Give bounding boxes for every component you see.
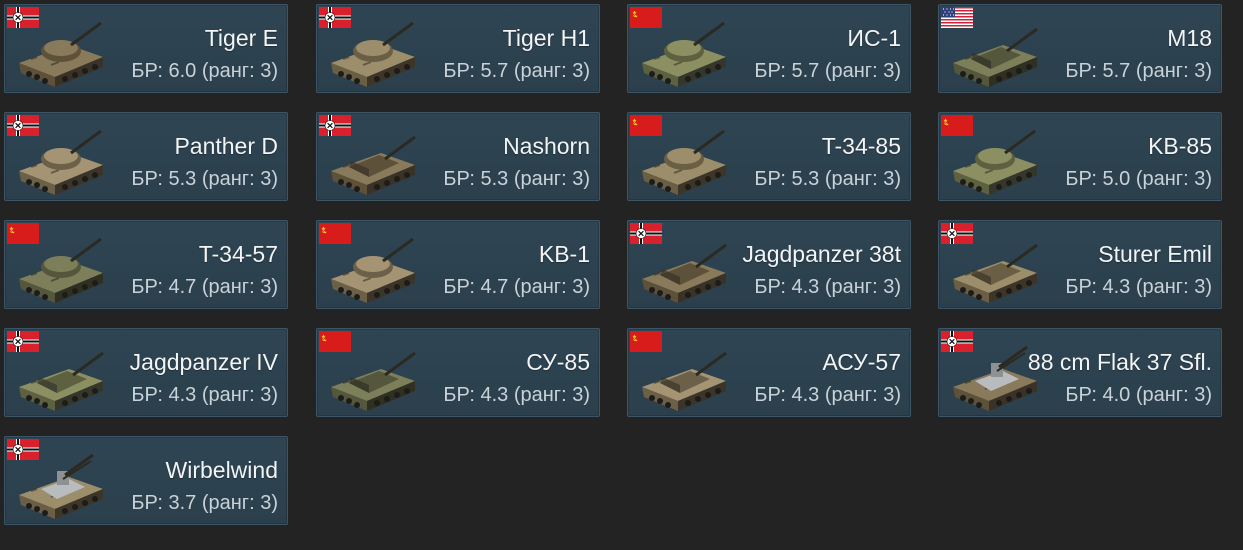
vehicle-battle-rating: БР: 3.7 (ранг: 3) <box>131 492 278 514</box>
vehicle-battle-rating: БР: 5.3 (ранг: 3) <box>754 168 901 190</box>
germany-flag-icon <box>7 331 39 352</box>
vehicle-battle-rating: БР: 4.3 (ранг: 3) <box>1065 276 1212 298</box>
vehicle-card[interactable]: Jagdpanzer 38t БР: 4.3 (ранг: 3) <box>627 220 911 309</box>
vehicle-name: Jagdpanzer IV <box>129 349 278 375</box>
ussr-flag-icon <box>630 115 662 136</box>
germany-flag-icon <box>319 7 351 28</box>
vehicle-card[interactable]: ИС-1 БР: 5.7 (ранг: 3) <box>627 4 911 93</box>
vehicle-card[interactable]: KB-1 БР: 4.7 (ранг: 3) <box>316 220 600 309</box>
vehicle-battle-rating: БР: 4.3 (ранг: 3) <box>754 276 901 298</box>
germany-flag-icon <box>941 223 973 244</box>
vehicle-card[interactable]: Sturer Emil БР: 4.3 (ранг: 3) <box>938 220 1222 309</box>
vehicle-name: KB-85 <box>1148 133 1212 159</box>
germany-flag-icon <box>7 115 39 136</box>
vehicle-name: СУ-85 <box>526 349 590 375</box>
vehicle-name: АСУ-57 <box>822 349 901 375</box>
vehicle-card[interactable]: T-34-57 БР: 4.7 (ранг: 3) <box>4 220 288 309</box>
vehicle-name: Tiger E <box>204 25 278 51</box>
vehicle-name: M18 <box>1167 25 1212 51</box>
vehicle-card[interactable]: T-34-85 БР: 5.3 (ранг: 3) <box>627 112 911 201</box>
vehicle-name: Sturer Emil <box>1098 241 1212 267</box>
vehicle-card[interactable]: M18 БР: 5.7 (ранг: 3) <box>938 4 1222 93</box>
vehicle-card[interactable]: KB-85 БР: 5.0 (ранг: 3) <box>938 112 1222 201</box>
vehicle-card[interactable]: Tiger H1 БР: 5.7 (ранг: 3) <box>316 4 600 93</box>
vehicle-name: T-34-57 <box>198 241 278 267</box>
vehicle-card[interactable]: СУ-85 БР: 4.3 (ранг: 3) <box>316 328 600 417</box>
vehicle-card[interactable]: Panther D БР: 5.3 (ранг: 3) <box>4 112 288 201</box>
vehicle-name: Tiger H1 <box>502 25 590 51</box>
vehicle-battle-rating: БР: 4.0 (ранг: 3) <box>1065 384 1212 406</box>
vehicle-card[interactable]: Tiger E БР: 6.0 (ранг: 3) <box>4 4 288 93</box>
germany-flag-icon <box>7 7 39 28</box>
vehicle-battle-rating: БР: 4.3 (ранг: 3) <box>754 384 901 406</box>
germany-flag-icon <box>319 115 351 136</box>
ussr-flag-icon <box>7 223 39 244</box>
germany-flag-icon <box>630 223 662 244</box>
vehicle-battle-rating: БР: 4.7 (ранг: 3) <box>131 276 278 298</box>
ussr-flag-icon <box>319 223 351 244</box>
ussr-flag-icon <box>941 115 973 136</box>
vehicle-name: Nashorn <box>503 133 590 159</box>
vehicle-name: T-34-85 <box>821 133 901 159</box>
vehicle-battle-rating: БР: 5.3 (ранг: 3) <box>131 168 278 190</box>
vehicle-battle-rating: БР: 6.0 (ранг: 3) <box>131 60 278 82</box>
ussr-flag-icon <box>319 331 351 352</box>
vehicle-card[interactable]: Nashorn БР: 5.3 (ранг: 3) <box>316 112 600 201</box>
vehicle-name: Panther D <box>174 133 278 159</box>
usa-flag-icon <box>941 7 973 28</box>
vehicle-card[interactable]: АСУ-57 БР: 4.3 (ранг: 3) <box>627 328 911 417</box>
vehicle-battle-rating: БР: 5.7 (ранг: 3) <box>1065 60 1212 82</box>
ussr-flag-icon <box>630 331 662 352</box>
vehicle-battle-rating: БР: 5.0 (ранг: 3) <box>1065 168 1212 190</box>
vehicle-battle-rating: БР: 5.7 (ранг: 3) <box>443 60 590 82</box>
vehicle-name: ИС-1 <box>847 25 901 51</box>
vehicle-battle-rating: БР: 5.7 (ранг: 3) <box>754 60 901 82</box>
germany-flag-icon <box>7 439 39 460</box>
vehicle-card[interactable]: 88 cm Flak 37 Sfl. БР: 4.0 (ранг: 3) <box>938 328 1222 417</box>
vehicle-card[interactable]: Wirbelwind БР: 3.7 (ранг: 3) <box>4 436 288 525</box>
vehicle-battle-rating: БР: 4.7 (ранг: 3) <box>443 276 590 298</box>
vehicle-card[interactable]: Jagdpanzer IV БР: 4.3 (ранг: 3) <box>4 328 288 417</box>
vehicle-name: Wirbelwind <box>165 457 278 483</box>
vehicle-battle-rating: БР: 4.3 (ранг: 3) <box>131 384 278 406</box>
vehicle-name: KB-1 <box>538 241 590 267</box>
vehicle-grid: Tiger E БР: 6.0 (ранг: 3) Tiger H1 БР: 5.7… <box>0 0 1243 550</box>
germany-flag-icon <box>941 331 973 352</box>
vehicle-name: Jagdpanzer 38t <box>742 241 901 267</box>
vehicle-name: 88 cm Flak 37 Sfl. <box>1027 349 1212 375</box>
vehicle-battle-rating: БР: 5.3 (ранг: 3) <box>443 168 590 190</box>
ussr-flag-icon <box>630 7 662 28</box>
vehicle-battle-rating: БР: 4.3 (ранг: 3) <box>443 384 590 406</box>
